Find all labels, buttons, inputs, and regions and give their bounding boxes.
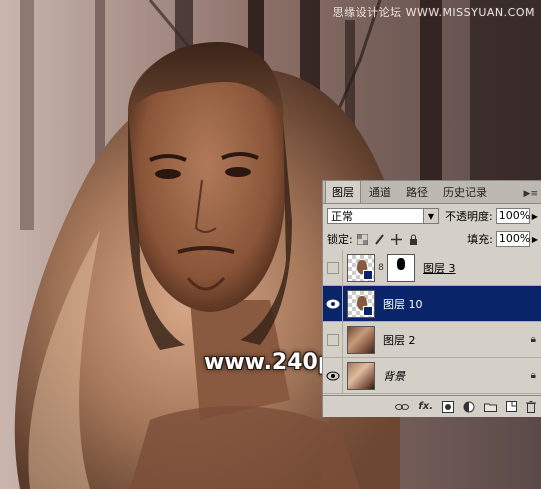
eye-icon (326, 371, 339, 380)
trash-icon[interactable] (526, 400, 536, 413)
fill-input[interactable]: 100% (495, 231, 530, 247)
panel-bottom-bar: fx. (323, 395, 541, 417)
blend-mode-value: 正常 (331, 210, 353, 223)
eye-icon (326, 299, 339, 308)
adjustment-icon[interactable] (463, 401, 475, 413)
layers-list: 8 图层 3 图层 10 图层 2 🔒︎ 背景 🔒︎ (323, 250, 541, 395)
opacity-label: 不透明度: (445, 210, 493, 223)
layer-row[interactable]: 8 图层 3 (323, 250, 541, 286)
layer-row[interactable]: 背景 🔒︎ (323, 357, 541, 394)
watermark-top: 思缘设计论坛 WWW.MISSYUAN.COM (332, 6, 535, 19)
opacity-arrow-icon[interactable]: ▶ (532, 212, 538, 221)
tab-layers[interactable]: 图层 (325, 180, 361, 203)
tab-history[interactable]: 历史记录 (436, 180, 494, 203)
lock-label: 锁定: (327, 233, 353, 246)
layer-name: 图层 10 (383, 297, 423, 311)
layer-thumbnail (347, 361, 375, 390)
layer-thumbnail (347, 325, 375, 354)
chain-link-icon[interactable]: 8 (377, 263, 385, 273)
layers-panel: 图层 通道 路径 历史记录 ▶≡ 正常 ▼ 不透明度: 100% ▶ 锁定: 填… (322, 180, 541, 417)
opacity-input[interactable]: 100% (495, 208, 530, 224)
tab-channels[interactable]: 通道 (362, 180, 398, 203)
layer-mask-thumbnail[interactable] (387, 253, 415, 282)
lock-icon: 🔒︎ (530, 334, 536, 345)
layer-row-selected[interactable]: 图层 10 (323, 285, 541, 322)
lock-transparent-icon[interactable] (357, 233, 369, 245)
visibility-toggle[interactable] (323, 321, 343, 358)
layer-name: 背景 (383, 369, 405, 383)
fx-icon[interactable]: fx. (418, 401, 433, 412)
fill-arrow-icon[interactable]: ▶ (532, 235, 538, 244)
lock-all-icon[interactable] (408, 233, 420, 245)
layer-thumbnail (347, 253, 375, 282)
link-icon[interactable] (395, 403, 410, 411)
layer-name: 图层 3 (423, 261, 456, 275)
tab-paths[interactable]: 路径 (399, 180, 435, 203)
new-layer-icon[interactable] (506, 401, 517, 412)
lock-row: 锁定: 填充: 100% ▶ (323, 228, 541, 251)
lock-icon: 🔒︎ (530, 370, 536, 381)
mask-shape (397, 257, 405, 270)
visibility-toggle[interactable] (323, 250, 343, 286)
folder-icon[interactable] (484, 402, 497, 412)
smart-badge-icon (363, 269, 373, 280)
blend-row: 正常 ▼ 不透明度: 100% ▶ (323, 204, 541, 228)
empty-eye-box (326, 333, 339, 346)
visibility-toggle[interactable] (323, 285, 343, 322)
empty-eye-box (326, 261, 339, 274)
blend-mode-select[interactable]: 正常 ▼ (327, 208, 439, 224)
fill-label: 填充: (467, 233, 493, 246)
lock-pixels-icon[interactable] (374, 233, 386, 245)
visibility-toggle[interactable] (323, 357, 343, 394)
mask-icon[interactable] (442, 400, 454, 413)
lock-position-icon[interactable] (391, 233, 403, 245)
smart-badge-icon (363, 305, 373, 316)
panel-menu-icon[interactable]: ▶≡ (524, 189, 538, 199)
layer-thumbnail (347, 289, 375, 318)
layer-name: 图层 2 (383, 333, 416, 347)
panel-tabs: 图层 通道 路径 历史记录 ▶≡ (323, 180, 541, 204)
chevron-down-icon: ▼ (423, 209, 438, 223)
layer-row[interactable]: 图层 2 🔒︎ (323, 321, 541, 358)
